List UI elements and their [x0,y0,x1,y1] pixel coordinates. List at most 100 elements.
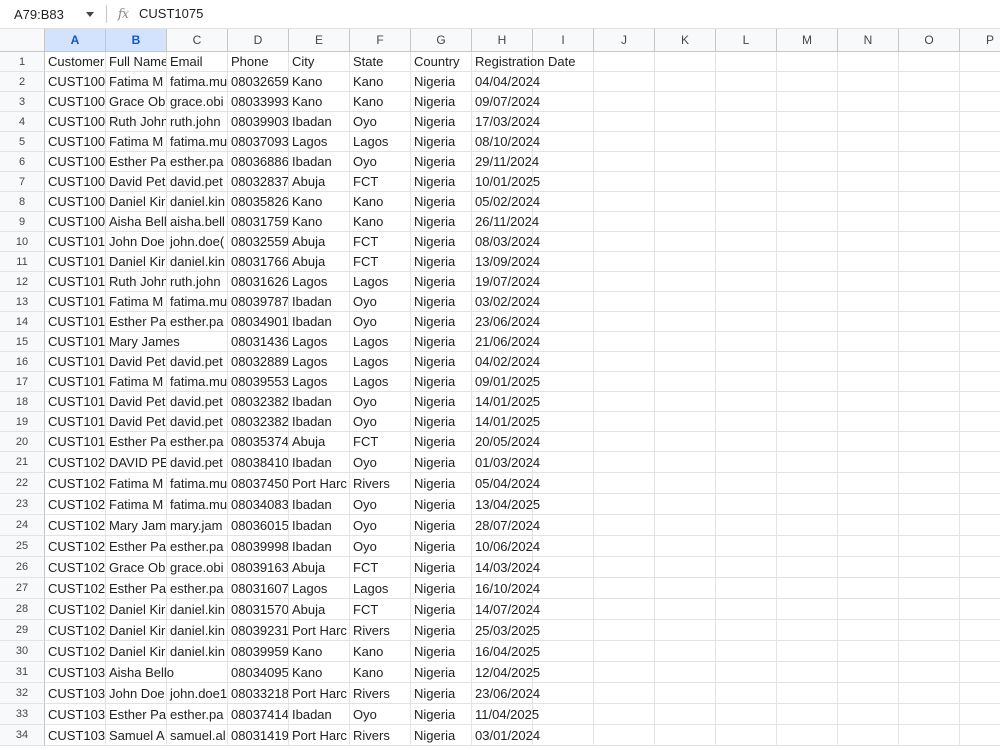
cell-j[interactable] [594,412,655,432]
cell-d[interactable]: 08039998 [228,536,289,557]
cell-d[interactable]: 08036886 [228,152,289,172]
cell-e[interactable]: Lagos [289,332,350,352]
cell-l[interactable] [716,232,777,252]
cell-i[interactable] [533,312,594,332]
cell-h[interactable]: 08/03/2024 [472,232,540,252]
cell-m[interactable] [777,641,838,662]
cell-c[interactable]: daniel.kin [167,192,228,212]
cell-b[interactable]: Fatima M [106,292,167,312]
cell-b[interactable]: Full Name [106,52,167,72]
cell-c[interactable]: esther.pa [167,578,228,599]
cell-f[interactable]: Oyo [350,515,411,536]
cell-m[interactable] [777,432,838,452]
cell-f[interactable]: Oyo [350,312,411,332]
cell-g[interactable]: Nigeria [411,536,472,557]
cell-n[interactable] [838,132,899,152]
cell-j[interactable] [594,232,655,252]
cell-k[interactable] [655,412,716,432]
cell-n[interactable] [838,704,899,725]
cell-i[interactable] [533,112,594,132]
cell-k[interactable] [655,578,716,599]
cell-e[interactable]: Ibadan [289,515,350,536]
cell-g[interactable]: Nigeria [411,132,472,152]
cell-i[interactable] [533,172,594,192]
cell-f[interactable]: FCT [350,232,411,252]
cell-f[interactable]: Lagos [350,352,411,372]
cell-b[interactable]: Fatima M [106,132,167,152]
cell-k[interactable] [655,599,716,620]
cell-d[interactable]: 08039959 [228,641,289,662]
cell-b[interactable]: David Pet [106,172,167,192]
cell-c[interactable]: david.pet [167,412,228,432]
cell-d[interactable]: 08032382 [228,392,289,412]
cell-p[interactable] [960,292,1000,312]
cell-h[interactable]: 08/10/2024 [472,132,540,152]
cell-h[interactable]: 29/11/2024 [472,152,539,172]
row-header[interactable]: 32 [0,683,45,704]
cell-l[interactable] [716,494,777,515]
cell-d[interactable]: 08034901 [228,312,289,332]
cell-g[interactable]: Nigeria [411,252,472,272]
cell-l[interactable] [716,704,777,725]
cell-l[interactable] [716,641,777,662]
column-header-i[interactable]: I [533,29,594,52]
cell-a[interactable]: CUST1030 [45,662,106,683]
row-header[interactable]: 27 [0,578,45,599]
cell-b[interactable]: Daniel Kir [106,252,167,272]
cell-j[interactable] [594,452,655,473]
cell-m[interactable] [777,92,838,112]
cell-c[interactable]: david.pet [167,352,228,372]
cell-a[interactable]: CUST1003 [45,92,106,112]
cell-d[interactable]: 08037093 [228,132,289,152]
cell-c[interactable]: john.doe1 [167,683,228,704]
cell-l[interactable] [716,352,777,372]
cell-g[interactable]: Nigeria [411,212,472,232]
cell-o[interactable] [899,599,960,620]
cell-l[interactable] [716,252,777,272]
cell-g[interactable]: Nigeria [411,272,472,292]
cell-e[interactable]: Ibadan [289,112,350,132]
row-header[interactable]: 29 [0,620,45,641]
cell-a[interactable]: CUST1018 [45,412,106,432]
cell-h[interactable]: 28/07/2024 [472,515,540,536]
cell-l[interactable] [716,192,777,212]
column-header-h[interactable]: H [472,29,533,52]
cell-j[interactable] [594,252,655,272]
cell-n[interactable] [838,292,899,312]
cell-h[interactable]: 04/04/2024 [472,72,540,92]
cell-n[interactable] [838,252,899,272]
cell-k[interactable] [655,232,716,252]
cell-c[interactable]: john.doe( [167,232,228,252]
cell-i[interactable] [533,372,594,392]
cell-c[interactable] [167,662,228,683]
cell-p[interactable] [960,536,1000,557]
cell-p[interactable] [960,312,1000,332]
cell-a[interactable]: CUST1007 [45,172,106,192]
cell-n[interactable] [838,683,899,704]
cell-f[interactable]: Kano [350,641,411,662]
cell-p[interactable] [960,725,1000,746]
cell-h[interactable]: 05/04/2024 [472,473,540,494]
cell-p[interactable] [960,152,1000,172]
cell-a[interactable]: CUST1028 [45,620,106,641]
cell-j[interactable] [594,132,655,152]
cell-m[interactable] [777,578,838,599]
cell-n[interactable] [838,599,899,620]
cell-o[interactable] [899,725,960,746]
cell-k[interactable] [655,725,716,746]
cell-c[interactable]: esther.pa [167,704,228,725]
cell-p[interactable] [960,599,1000,620]
cell-m[interactable] [777,52,838,72]
cell-o[interactable] [899,312,960,332]
cell-e[interactable]: Abuja [289,232,350,252]
cell-b[interactable]: Daniel Kir [106,641,167,662]
row-header[interactable]: 19 [0,412,45,432]
cell-b[interactable]: Mary Jam [106,515,167,536]
cell-j[interactable] [594,725,655,746]
cell-e[interactable]: Abuja [289,172,350,192]
cell-i[interactable] [533,152,594,172]
cell-e[interactable]: Kano [289,641,350,662]
cell-k[interactable] [655,312,716,332]
cell-a[interactable]: CUST1033 [45,725,106,746]
cell-j[interactable] [594,557,655,578]
